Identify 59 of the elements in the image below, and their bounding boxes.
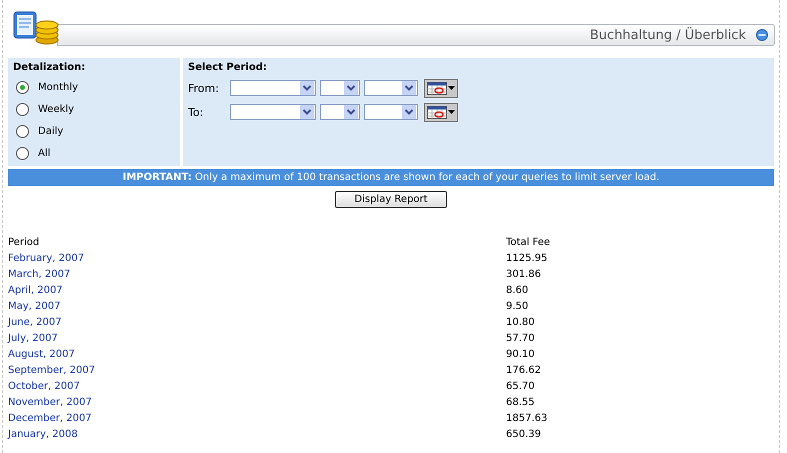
page-title: Buchhaltung / Überblick — [590, 28, 746, 42]
chevron-down-icon — [402, 81, 416, 95]
caret-icon — [448, 110, 455, 114]
period-link[interactable]: July, 2007 — [8, 332, 58, 344]
display-report-button[interactable]: Display Report — [335, 191, 447, 208]
table-cell: 57.70 — [506, 332, 535, 344]
chevron-down-icon — [402, 105, 416, 119]
minus-circle-icon — [756, 29, 768, 41]
calendar-button[interactable] — [424, 78, 458, 98]
table-cell: 8.60 — [506, 284, 528, 296]
radio-label: All — [38, 148, 50, 158]
chevron-down-icon — [300, 105, 314, 119]
radio-label: Daily — [38, 126, 64, 136]
period-link[interactable]: March, 2007 — [8, 268, 70, 280]
period-link[interactable]: June, 2007 — [8, 316, 62, 328]
chevron-down-icon — [344, 105, 358, 119]
field-label: To: — [188, 106, 204, 118]
radio-button[interactable] — [16, 146, 29, 160]
table-cell: 301.86 — [506, 268, 541, 280]
period-link[interactable]: August, 2007 — [8, 348, 75, 360]
caret-icon — [448, 86, 455, 90]
radio-label: Monthly — [38, 82, 78, 92]
radio-button[interactable] — [16, 80, 29, 94]
table-cell: 90.10 — [506, 348, 535, 360]
period-link[interactable]: November, 2007 — [8, 396, 92, 408]
chevron-down-icon — [344, 81, 358, 95]
calendar-button[interactable] — [424, 102, 458, 122]
column-header: Total Fee — [506, 236, 552, 250]
period-link[interactable]: October, 2007 — [8, 380, 80, 392]
table-cell: 1857.63 — [506, 412, 548, 424]
table-cell: 1125.95 — [506, 252, 548, 264]
table-cell: 68.55 — [506, 396, 535, 408]
period-link[interactable]: April, 2007 — [8, 284, 63, 296]
calendar-icon — [427, 106, 447, 118]
notice-banner: IMPORTANT: Only a maximum of 100 transactions are shown for each of your queries to limit server load. — [8, 169, 774, 186]
table-cell: 10.80 — [506, 316, 535, 328]
table-cell: 65.70 — [506, 380, 535, 392]
section-label: Select Period: — [188, 62, 268, 73]
chevron-down-icon — [300, 81, 314, 95]
table-cell: 9.50 — [506, 300, 528, 312]
period-link[interactable]: February, 2007 — [8, 252, 84, 264]
ledger-coins-icon — [11, 10, 59, 46]
dropdown[interactable] — [320, 80, 360, 96]
period-link[interactable]: January, 2008 — [8, 428, 78, 440]
dropdown[interactable] — [364, 80, 418, 96]
table-cell: 176.62 — [506, 364, 541, 376]
dropdown[interactable] — [320, 104, 360, 120]
column-header: Period — [8, 234, 506, 250]
section-label: Detalization: — [13, 62, 86, 73]
radio-button[interactable] — [16, 102, 29, 116]
radio-button[interactable] — [16, 124, 29, 138]
period-link[interactable]: December, 2007 — [8, 412, 92, 424]
period-link[interactable]: May, 2007 — [8, 300, 60, 312]
period-link[interactable]: September, 2007 — [8, 364, 96, 376]
table-cell: 650.39 — [506, 428, 541, 440]
calendar-icon — [427, 82, 447, 94]
radio-label: Weekly — [38, 104, 74, 114]
field-label: From: — [188, 82, 220, 94]
dropdown[interactable] — [364, 104, 418, 120]
